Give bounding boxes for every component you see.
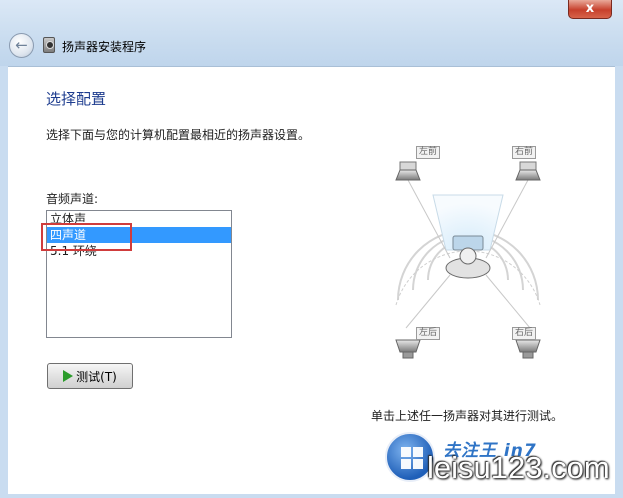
front-right-label: 右前 xyxy=(512,146,537,159)
back-arrow-icon: ← xyxy=(15,36,28,54)
rear-left-speaker-icon[interactable] xyxy=(395,339,421,359)
rear-left-label: 左后 xyxy=(416,327,441,340)
front-right-speaker-icon[interactable] xyxy=(515,161,541,181)
audio-channels-label: 音频声道: xyxy=(46,192,99,206)
test-button[interactable]: 测试(T) xyxy=(47,363,133,389)
front-left-label: 左前 xyxy=(416,146,441,159)
listener-icon xyxy=(445,235,491,279)
speaker-setup-window: x ← 扬声器安装程序 选择配置 选择下面与您的计算机配置最相近的扬声器设置。 … xyxy=(0,0,623,498)
watermark: 去注王 in7 leisu123.com xyxy=(385,432,620,494)
front-left-speaker-icon[interactable] xyxy=(395,161,421,181)
page-description: 选择下面与您的计算机配置最相近的扬声器设置。 xyxy=(46,128,311,142)
back-button[interactable]: ← xyxy=(9,33,34,58)
annotation-highlight-box xyxy=(41,223,132,251)
test-hint-text: 单击上述任一扬声器对其进行测试。 xyxy=(371,409,564,423)
title-bar xyxy=(0,0,623,66)
test-button-label: 测试(T) xyxy=(76,369,117,384)
rear-right-speaker-icon[interactable] xyxy=(515,339,541,359)
watermark-line2: leisu123.com xyxy=(427,450,610,485)
close-button[interactable]: x xyxy=(568,0,612,19)
wizard-title: 扬声器安装程序 xyxy=(62,40,147,54)
speaker-app-icon xyxy=(43,37,55,53)
page-heading: 选择配置 xyxy=(46,90,107,108)
rear-right-label: 右后 xyxy=(512,327,537,340)
play-icon xyxy=(63,370,74,382)
